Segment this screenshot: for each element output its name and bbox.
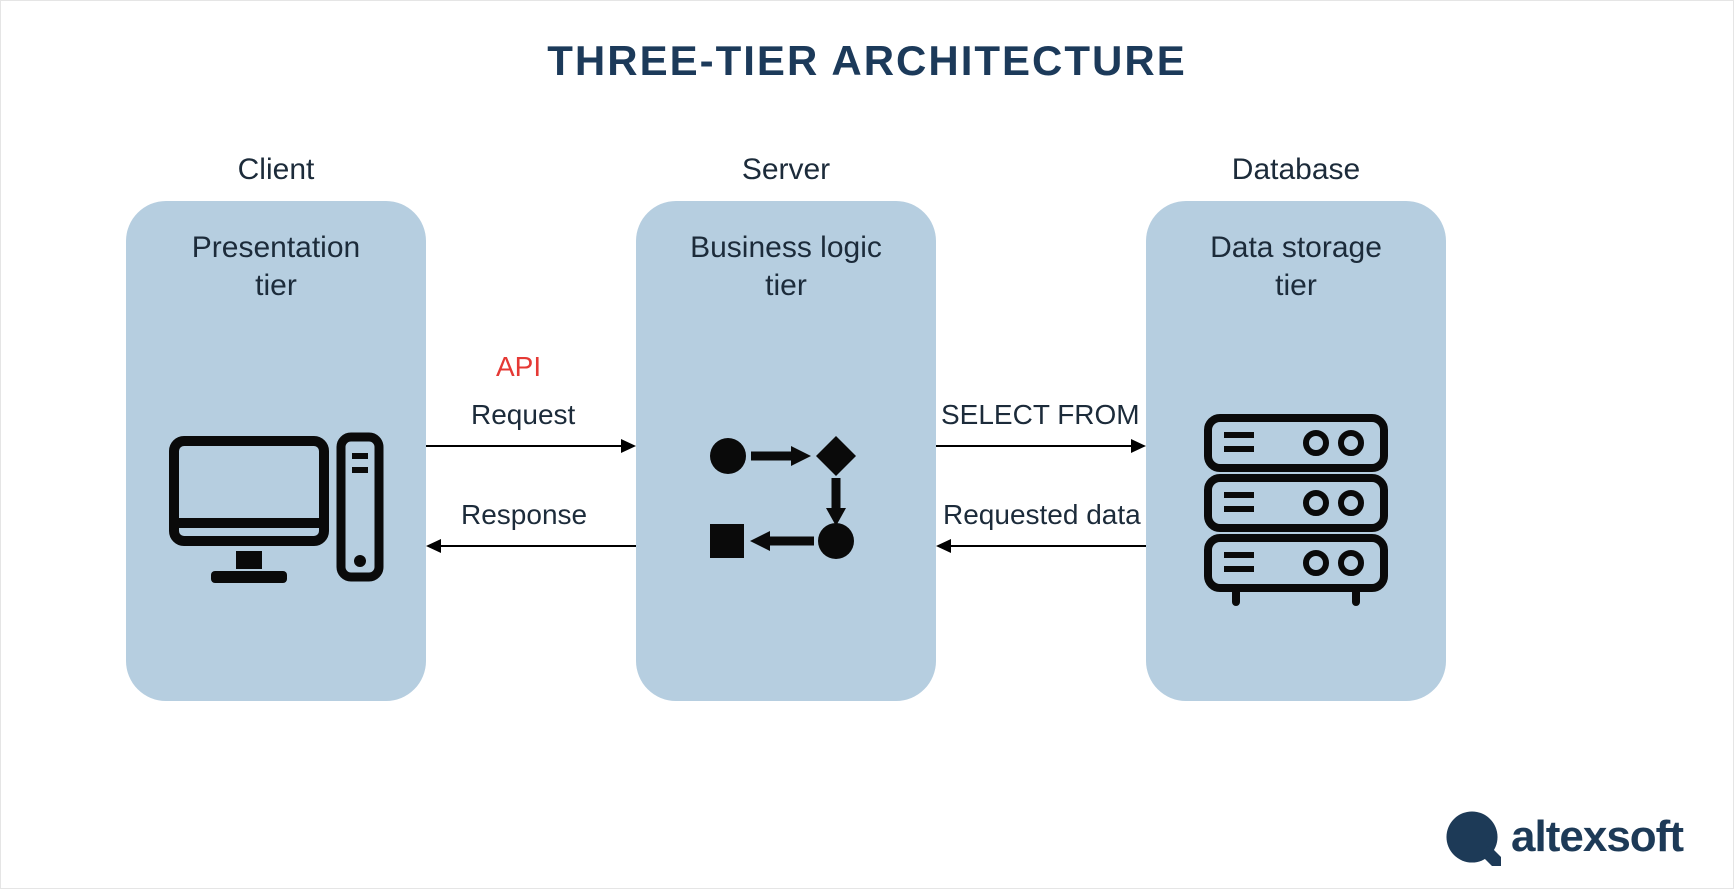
database-box-title-2: tier bbox=[1275, 269, 1317, 302]
select-from-label: SELECT FROM bbox=[941, 399, 1140, 431]
database-box-title-1: Data storage bbox=[1210, 231, 1382, 264]
brand-logo: altexsoft bbox=[1443, 808, 1683, 866]
arrow-requested-data bbox=[936, 531, 1146, 561]
client-label: Client bbox=[126, 153, 426, 187]
server-box-title-2: tier bbox=[765, 269, 807, 302]
api-label: API bbox=[496, 351, 541, 383]
server-rack-icon bbox=[1196, 401, 1396, 611]
diagram-title: THREE-TIER ARCHITECTURE bbox=[1, 37, 1733, 85]
response-label: Response bbox=[461, 499, 587, 531]
database-box: Data storage tier bbox=[1146, 201, 1446, 701]
brand-name: altexsoft bbox=[1511, 812, 1683, 862]
client-box: Presentation tier bbox=[126, 201, 426, 701]
arrow-request bbox=[426, 431, 636, 461]
computer-icon bbox=[166, 431, 386, 591]
client-box-title-2: tier bbox=[255, 269, 297, 302]
server-box-title-1: Business logic bbox=[690, 231, 882, 264]
server-label: Server bbox=[636, 153, 936, 187]
server-box: Business logic tier bbox=[636, 201, 936, 701]
arrow-response bbox=[426, 531, 636, 561]
arrow-select-from bbox=[936, 431, 1146, 461]
request-label: Request bbox=[471, 399, 575, 431]
requested-data-label: Requested data bbox=[943, 499, 1141, 531]
database-label: Database bbox=[1146, 153, 1446, 187]
flowchart-icon bbox=[696, 426, 876, 566]
altexsoft-mark-icon bbox=[1443, 808, 1501, 866]
client-box-title-1: Presentation bbox=[192, 231, 360, 264]
